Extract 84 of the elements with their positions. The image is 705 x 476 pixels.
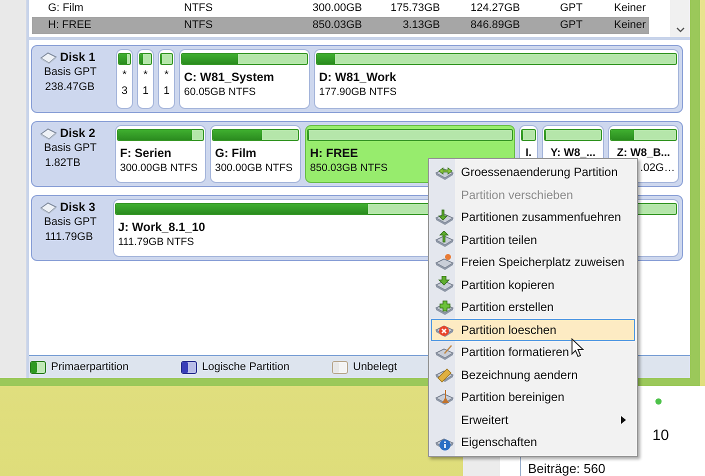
partition-mark: * bbox=[143, 68, 148, 83]
down-arrow-disk-icon bbox=[435, 276, 455, 294]
menu-item[interactable]: Eigenschaften bbox=[431, 431, 635, 454]
up-arrow-disk-icon bbox=[435, 231, 455, 248]
partition-label: H: FREE bbox=[310, 146, 358, 161]
table-cell-text: H: FREE bbox=[47, 18, 92, 34]
partition-mark: * bbox=[122, 68, 127, 83]
menu-item[interactable]: Erweitert bbox=[431, 408, 635, 431]
partition-block[interactable]: D: W81_Work 177.90GB NTFS bbox=[314, 49, 679, 109]
partition-detail: 60.05GB NTFS bbox=[184, 85, 256, 100]
partition-detail: 850.03GB NTFS bbox=[310, 161, 388, 176]
partition-label: D: W81_Work bbox=[319, 70, 396, 85]
partition-count: 1 bbox=[142, 84, 149, 99]
scrollbar[interactable] bbox=[670, 0, 690, 37]
partition-block[interactable]: * 1 bbox=[158, 49, 175, 109]
menu-item[interactable]: Partition loeschen bbox=[431, 318, 635, 341]
table-cell-text: 175.73GB bbox=[389, 1, 440, 16]
disk-name: Disk 3 bbox=[60, 200, 96, 215]
partition-detail: 111.79GB NTFS bbox=[118, 235, 194, 250]
partition-count: 3 bbox=[121, 84, 128, 99]
partition-label: Z: W8_B... bbox=[616, 146, 670, 161]
menu-item[interactable]: Partition erstellen bbox=[431, 296, 635, 318]
partition-label: C: W81_System bbox=[184, 70, 274, 85]
partition-block[interactable]: G: Film 300.00GB NTFS bbox=[210, 125, 301, 183]
legend-label: Primaerpartition bbox=[51, 360, 129, 375]
partition-block[interactable]: * 3 bbox=[116, 49, 133, 109]
partition-detail: 300.00GB NTFS bbox=[215, 161, 293, 176]
table-cell-text: 124.27GB bbox=[469, 1, 520, 16]
disk-type: Basis GPT bbox=[43, 141, 98, 156]
partition-label: Y: W8_... bbox=[550, 146, 596, 161]
partition-detail: 177.90GB NTFS bbox=[319, 85, 397, 100]
partition-block[interactable]: F: Serien 300.00GB NTFS bbox=[115, 125, 206, 183]
table-cell-text: 850.03GB bbox=[311, 18, 362, 34]
legend-swatch-icon bbox=[332, 360, 348, 374]
down-arrow-disk-icon bbox=[435, 208, 455, 226]
partition-mark: * bbox=[164, 68, 169, 83]
table-cell-text: NTFS bbox=[184, 1, 214, 16]
disk-size: 111.79GB bbox=[44, 230, 94, 245]
table-cell-text: 300.00GB bbox=[311, 1, 362, 16]
broom-disk-icon bbox=[435, 388, 455, 406]
mouse-cursor-icon bbox=[571, 338, 584, 358]
table-cell-text: G: Film bbox=[47, 1, 84, 16]
plus-disk-icon bbox=[435, 298, 455, 316]
disk-name: Disk 2 bbox=[60, 126, 96, 141]
table-row[interactable]: H: FREE NTFS 850.03GB 3.13GB 846.89GB GPT Keiner bbox=[32, 17, 649, 34]
pencil-disk-icon bbox=[435, 344, 455, 361]
table-cell-text: Keiner bbox=[613, 18, 646, 34]
partition-detail: 300.00GB NTFS bbox=[120, 161, 198, 176]
disk-type: Basis GPT bbox=[43, 65, 98, 80]
menu-item[interactable]: Partition bereinigen bbox=[431, 386, 635, 408]
partition-label: I. bbox=[525, 146, 532, 161]
posts-text: Beiträge: 560 bbox=[528, 462, 606, 476]
legend-swatch-icon bbox=[181, 360, 197, 374]
table-cell-text: GPT bbox=[559, 18, 584, 34]
disk-size: 238.47GB bbox=[44, 80, 96, 95]
table-row[interactable]: G: Film NTFS 300.00GB 175.73GB 124.27GB GPT Keiner bbox=[32, 0, 649, 17]
disk-type: Basis GPT bbox=[43, 215, 98, 230]
menu-item[interactable]: Partition teilen bbox=[431, 228, 635, 251]
partition-label: G: Film bbox=[215, 146, 256, 161]
table-cell-text: 3.13GB bbox=[402, 18, 440, 34]
legend-swatch-icon bbox=[30, 360, 46, 374]
scroll-down-icon[interactable] bbox=[676, 27, 684, 33]
table-cell-text: NTFS bbox=[184, 18, 214, 34]
count-text: 10 bbox=[652, 427, 669, 444]
legend-label: Unbelegt bbox=[353, 360, 398, 375]
menu-item[interactable]: Partition kopieren bbox=[431, 274, 635, 296]
partition-block[interactable]: * 1 bbox=[137, 49, 154, 109]
partition-label: F: Serien bbox=[120, 146, 172, 161]
partition-label: J: Work_8.1_10 bbox=[118, 220, 206, 235]
legend-label: Logische Partition bbox=[202, 360, 290, 375]
table-cell-text: GPT bbox=[559, 1, 584, 16]
partition-count: 1 bbox=[163, 84, 170, 99]
table-cell-text: 846.89GB bbox=[469, 18, 520, 34]
partition-detail: .02G… bbox=[640, 161, 676, 176]
disk-size: 1.82TB bbox=[44, 156, 82, 171]
disk-name: Disk 1 bbox=[60, 50, 96, 65]
menu-item[interactable]: Partitionen zusammenfuehren bbox=[431, 206, 635, 228]
tag-disk-icon bbox=[435, 366, 455, 384]
menu-item[interactable]: Partition formatieren bbox=[431, 341, 635, 364]
disk-icon bbox=[435, 254, 455, 271]
partition-block[interactable]: C: W81_System 60.05GB NTFS bbox=[179, 49, 310, 109]
menu-item[interactable]: Bezeichnung aendern bbox=[431, 364, 635, 386]
table-cell-text: Keiner bbox=[613, 1, 646, 16]
status-dot-icon bbox=[654, 398, 663, 405]
